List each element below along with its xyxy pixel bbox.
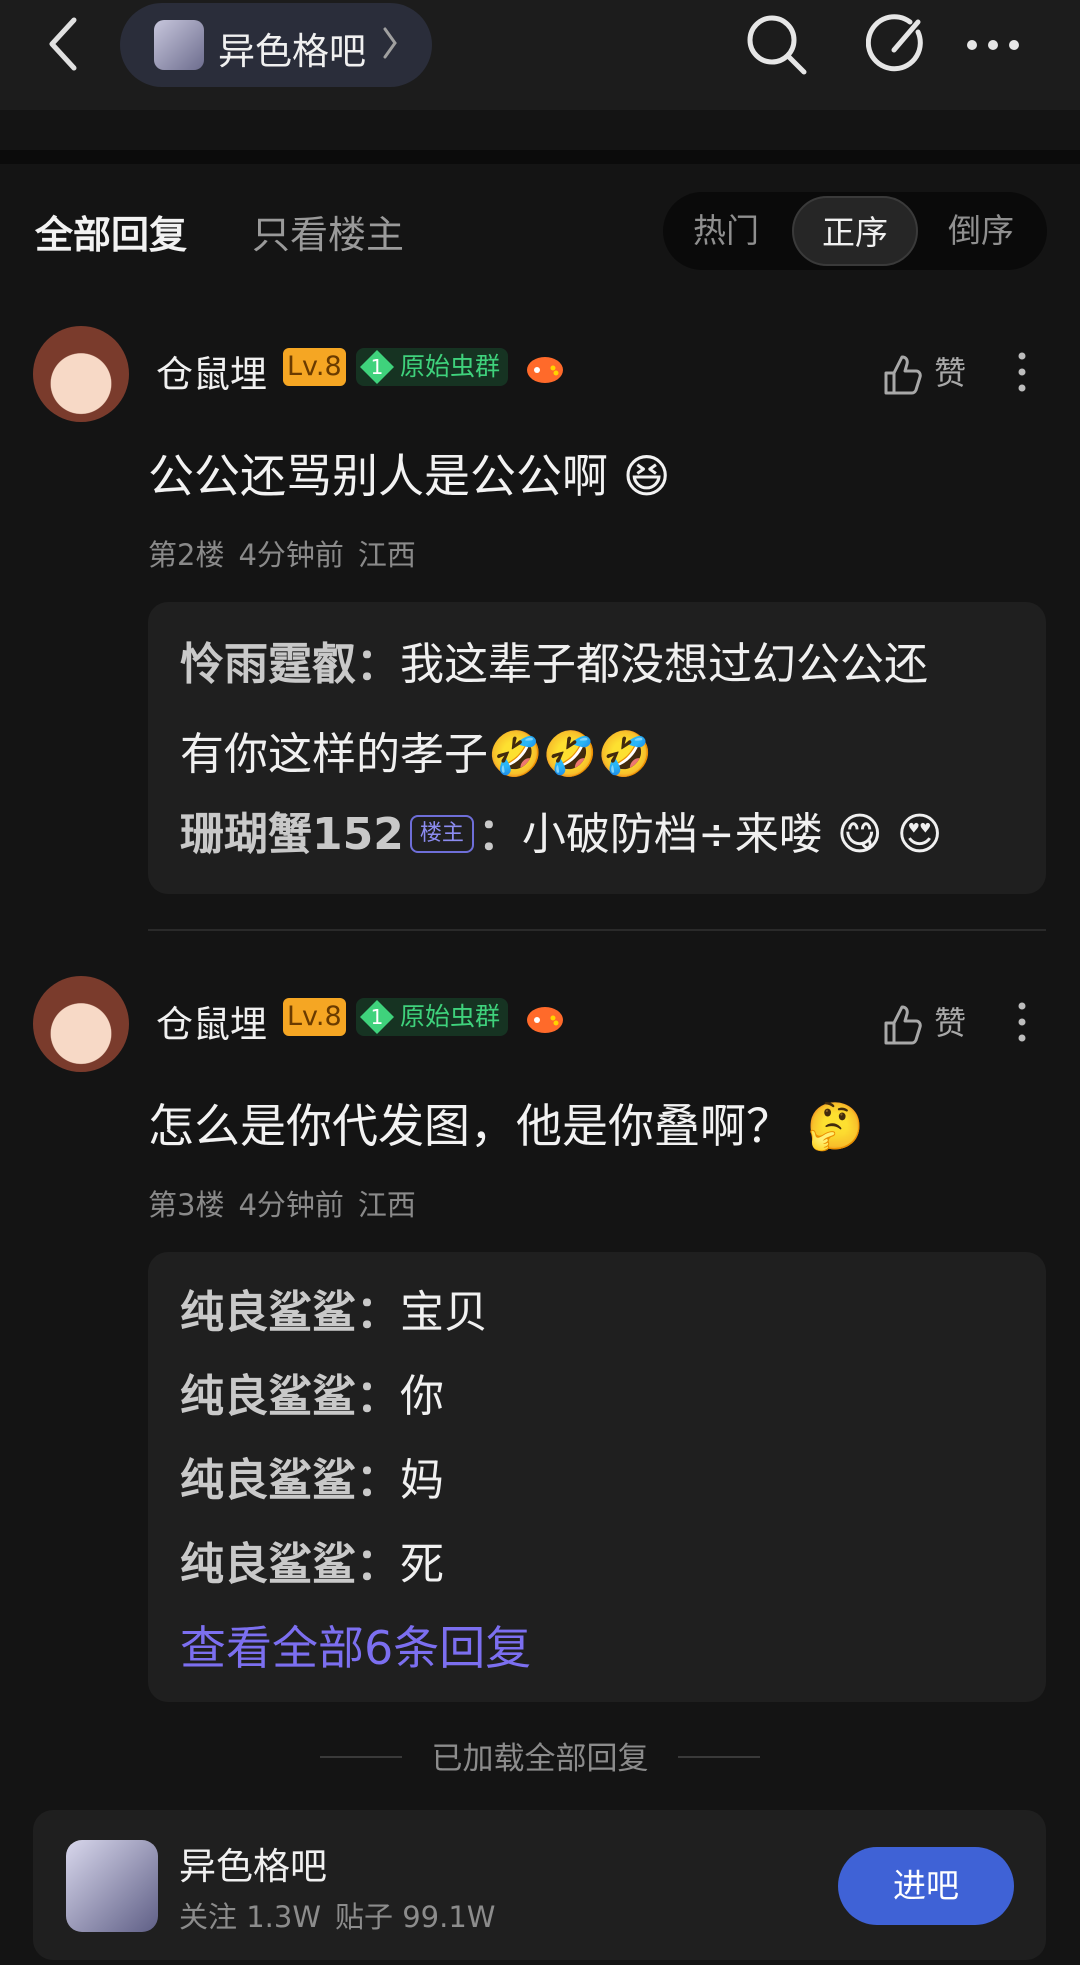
level-badge: Lv.8 [283,998,346,1036]
post-meta: 第2楼 4分钟前 江西 [148,532,430,574]
sub-reply-continuation: 有你这样的孝子🤣🤣🤣 [180,729,653,780]
group-badge: 1 原始虫群 [356,348,509,386]
sort-ascending[interactable]: 正序 [792,196,918,266]
gamepad-icon [527,357,563,383]
floor-number: 第3楼 [148,1188,225,1222]
gamepad-icon [527,1007,563,1033]
followers-count: 关注 1.3W [179,1900,322,1934]
more-horizontal-icon [967,40,1019,50]
sort-descending[interactable]: 倒序 [918,192,1044,270]
post-content: 怎么是你代发图，他是你叠啊？ 🤔 [148,1099,864,1153]
post-location: 江西 [357,538,416,572]
search-icon [747,15,807,75]
enter-forum-button[interactable]: 进吧 [838,1847,1014,1925]
loaded-divider-right [678,1756,760,1758]
post-divider [148,929,1046,931]
reply-author: 怜雨霆叡 [180,639,356,690]
post-time: 4分钟前 [238,1188,344,1222]
sub-reply: 珊瑚蟹152 楼主 ：小破防档÷来喽 😋 😍 [180,809,943,860]
post-location: 江西 [357,1188,416,1222]
forum-card-name: 异色格吧 [179,1845,327,1888]
all-loaded-text: 已加载全部回复 [431,1741,649,1777]
diamond-icon: 1 [358,998,396,1036]
reply-text: 你 [400,1371,444,1422]
more-vertical-icon[interactable] [1010,1000,1034,1044]
reply-text: 妈 [400,1455,444,1506]
forum-thumbnail [154,20,204,70]
reply-tabs: 全部回复 只看楼主 热门 正序 倒序 [0,164,1080,289]
more-button[interactable] [960,12,1026,78]
section-divider [0,150,1080,164]
reply-text: 宝贝 [400,1287,488,1338]
post-meta: 第3楼 4分钟前 江西 [148,1182,430,1224]
reply-text: 我这辈子都没想过幻公公还 [400,639,928,690]
search-button[interactable] [744,12,810,78]
chevron-left-icon [49,17,77,71]
sort-hot[interactable]: 热门 [663,192,789,270]
group-badge: 1 原始虫群 [356,998,509,1036]
like-button[interactable]: 赞 [880,998,966,1047]
reply-author: 纯良鲨鲨 [180,1455,356,1506]
forum-pill[interactable]: 异色格吧 [120,3,432,87]
avatar[interactable] [33,326,129,422]
compose-icon [865,14,923,72]
floor-number: 第2楼 [148,538,225,572]
reply-author: 纯良鲨鲨 [180,1287,356,1338]
reply-text: 小破防档÷来喽 😋 😍 [521,809,943,860]
diamond-icon: 1 [358,348,396,386]
view-all-replies-link[interactable]: 查看全部6条回复 [180,1612,531,1678]
sub-reply: 纯良鲨鲨：妈 [180,1455,444,1506]
posts-count: 贴子 99.1W [335,1900,496,1934]
post-content: 公公还骂别人是公公啊 😆 [148,449,671,503]
sub-replies[interactable]: 纯良鲨鲨：宝贝 纯良鲨鲨：你 纯良鲨鲨：妈 纯良鲨鲨：死 查看全部6条回复 [148,1252,1046,1702]
forum-avatar [66,1840,158,1932]
tab-op-only[interactable]: 只看楼主 [252,204,404,259]
forum-stats: 关注 1.3W 贴子 99.1W [179,1894,509,1936]
op-badge: 楼主 [409,815,474,853]
emoji: 🤔 [806,1099,864,1153]
reply-author: 纯良鲨鲨 [180,1539,356,1590]
level-badge: Lv.8 [283,348,346,386]
forum-card[interactable]: 异色格吧 关注 1.3W 贴子 99.1W 进吧 [33,1810,1046,1960]
username[interactable]: 仓鼠埋 [156,994,267,1048]
reply-text: 死 [400,1539,444,1590]
username[interactable]: 仓鼠埋 [156,344,267,398]
thumbs-up-icon [884,355,922,395]
sub-reply: 纯良鲨鲨：你 [180,1371,444,1422]
reply-author: 纯良鲨鲨 [180,1371,356,1422]
avatar[interactable] [33,976,129,1072]
compose-button[interactable] [865,12,932,78]
tab-all-replies[interactable]: 全部回复 [35,204,187,259]
top-bar: 异色格吧 [0,0,1080,110]
more-vertical-icon[interactable] [1010,350,1034,394]
sub-replies[interactable]: 怜雨霆叡：我这辈子都没想过幻公公还 有你这样的孝子🤣🤣🤣 珊瑚蟹152 楼主 ：小破… [148,602,1046,894]
sub-reply: 怜雨霆叡：我这辈子都没想过幻公公还 [180,639,928,690]
sub-reply: 纯良鲨鲨：宝贝 [180,1287,488,1338]
sub-reply: 纯良鲨鲨：死 [180,1539,444,1590]
forum-name: 异色格吧 [218,30,366,73]
emoji: 😆 [622,449,671,503]
post-time: 4分钟前 [238,538,344,572]
reply-author: 珊瑚蟹152 [180,809,404,860]
sort-toggle: 热门 正序 倒序 [663,192,1047,270]
like-button[interactable]: 赞 [880,348,966,397]
thumbs-up-icon [884,1005,922,1045]
back-button[interactable] [44,14,84,74]
chevron-right-icon [383,27,397,59]
